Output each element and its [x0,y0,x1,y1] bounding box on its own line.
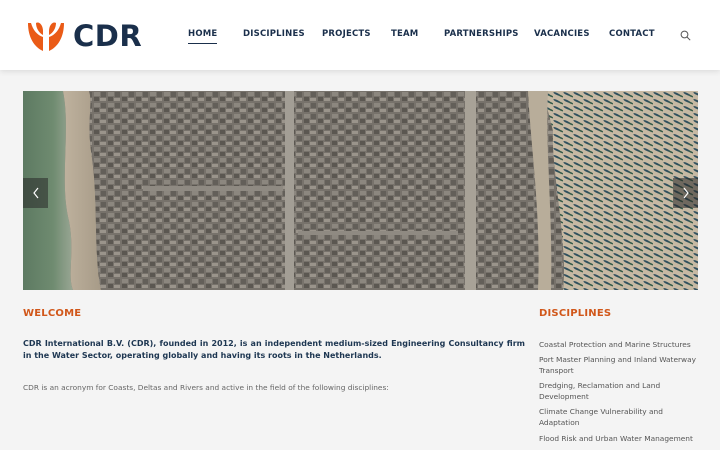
discipline-link[interactable]: Port Master Planning and Inland Waterway… [539,355,704,377]
welcome-description: CDR is an acronym for Coasts, Deltas and… [23,383,389,392]
slider-prev-button[interactable] [23,178,48,208]
search-icon[interactable] [680,30,691,41]
nav-disciplines[interactable]: DISCIPLINES [243,29,305,39]
chevron-right-icon [683,187,689,199]
nav-projects[interactable]: PROJECTS [322,29,371,39]
disciplines-list: Coastal Protection and Marine Structures… [539,340,704,444]
discipline-link[interactable]: Climate Change Vulnerability and Adaptat… [539,407,704,429]
welcome-section: WELCOME CDR International B.V. (CDR), fo… [23,308,525,393]
site-header: CDR HOME DISCIPLINES PROJECTS TEAM PARTN… [0,0,720,70]
hero-aerial-photo [23,91,698,290]
discipline-link[interactable]: Coastal Protection and Marine Structures [539,340,704,351]
slider-next-button[interactable] [673,178,698,208]
hero-slider[interactable] [23,91,698,290]
chevron-left-icon [32,187,38,199]
nav-contact[interactable]: CONTACT [609,29,655,39]
nav-home[interactable]: HOME [188,29,218,44]
nav-vacancies[interactable]: VACANCIES [534,29,590,39]
discipline-link[interactable]: Flood Risk and Urban Water Management [539,434,704,445]
welcome-title: WELCOME [23,308,82,319]
nav-partnerships[interactable]: PARTNERSHIPS [444,29,519,39]
welcome-intro: CDR International B.V. (CDR), founded in… [23,339,525,360]
discipline-link[interactable]: Dredging, Reclamation and Land Developme… [539,381,704,403]
main-nav: HOME DISCIPLINES PROJECTS TEAM PARTNERSH… [0,29,720,44]
disciplines-title: DISCIPLINES [539,308,612,319]
nav-team[interactable]: TEAM [391,29,418,39]
disciplines-sidebar: DISCIPLINES Coastal Protection and Marin… [539,308,704,449]
